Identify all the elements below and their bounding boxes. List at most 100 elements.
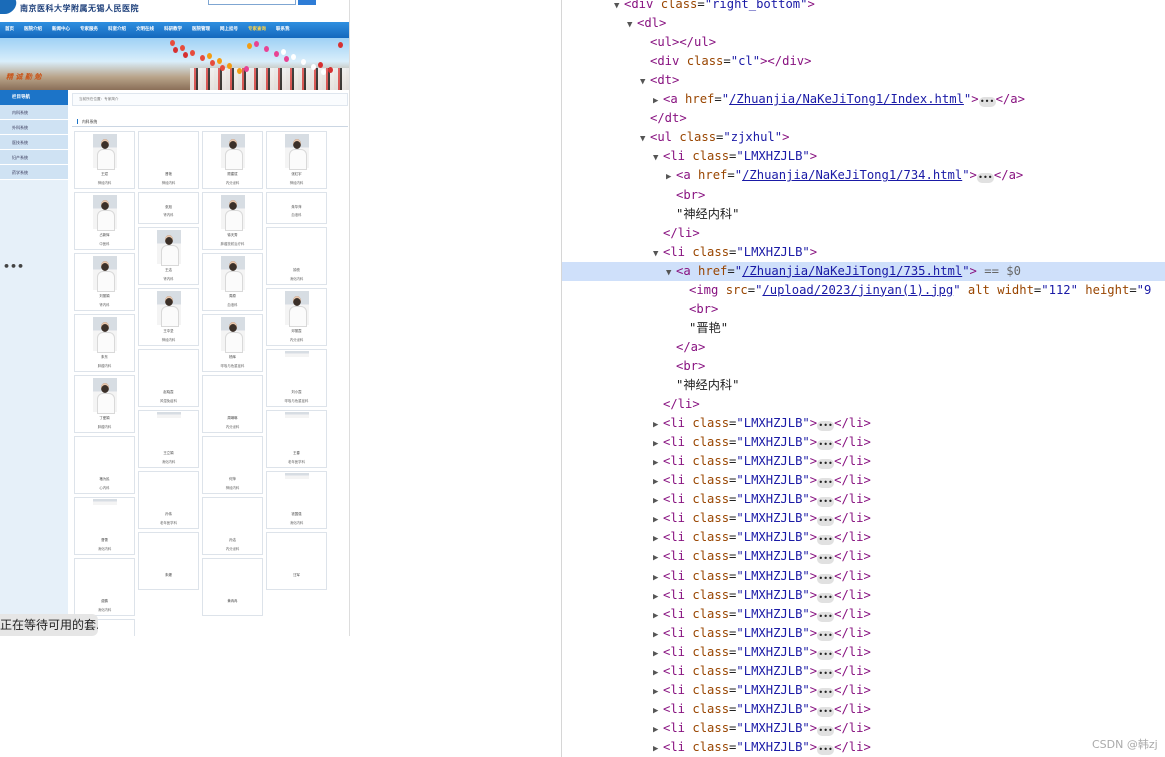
doctor-card[interactable]: 杨辉 呼吸与危重症科: [202, 314, 263, 372]
dom-node[interactable]: ▶ <li class="LMXHZJLB">•••</li>: [562, 738, 1165, 757]
doctor-card[interactable]: 晋艳 神经内科: [138, 131, 199, 189]
site-nav-item[interactable]: 科室介绍: [103, 22, 131, 38]
dom-node[interactable]: "晋艳": [562, 319, 1165, 338]
dom-node[interactable]: ▶ <li class="LMXHZJLB">•••</li>: [562, 490, 1165, 509]
dom-node-markup: </li>: [663, 225, 700, 240]
doctor-card[interactable]: 何萍 神经内科: [202, 436, 263, 494]
doctor-card[interactable]: 钱国强 消化内科: [266, 471, 327, 529]
doctor-card[interactable]: 汪军: [266, 532, 327, 590]
sidebar-item[interactable]: 妇产系统: [0, 150, 68, 165]
doctor-card[interactable]: 朱华萍 血液科: [266, 192, 327, 224]
doctor-card[interactable]: 张红宇 神经内科: [266, 131, 327, 189]
dom-node[interactable]: ▶ <li class="LMXHZJLB">•••</li>: [562, 471, 1165, 490]
dom-node[interactable]: <div class="cl"></div>: [562, 52, 1165, 71]
dom-node[interactable]: ▶ <li class="LMXHZJLB">•••</li>: [562, 433, 1165, 452]
dom-node[interactable]: <ul></ul>: [562, 33, 1165, 52]
dom-node[interactable]: </a>: [562, 338, 1165, 357]
dom-node[interactable]: ▼ <dt>: [562, 71, 1165, 90]
site-nav-item[interactable]: 专家服务: [75, 22, 103, 38]
sidebar-item[interactable]: 药学系统: [0, 165, 68, 180]
doctor-card[interactable]: 黄冉冉: [202, 558, 263, 616]
site-search-input[interactable]: [208, 0, 296, 5]
doctor-card[interactable]: 费鹏 消化内科: [74, 558, 135, 616]
dom-node[interactable]: ▶ <li class="LMXHZJLB">•••</li>: [562, 414, 1165, 433]
site-nav-item[interactable]: 首页: [0, 22, 19, 38]
dom-node[interactable]: <br>: [562, 186, 1165, 205]
doctor-card[interactable]: 顾建斌 内分泌科: [202, 131, 263, 189]
doctor-card[interactable]: 朱姗: [138, 532, 199, 590]
site-nav-item[interactable]: 科研教学: [159, 22, 187, 38]
doctor-photo: [221, 317, 245, 353]
sidebar-item[interactable]: 医技系统: [0, 135, 68, 150]
site-nav-item[interactable]: 网上挂号: [215, 22, 243, 38]
dom-node[interactable]: ▼ <ul class="zjxhul">: [562, 128, 1165, 147]
doctor-card[interactable]: 周原 血液科: [202, 253, 263, 311]
expand-right-icon[interactable]: ▶: [653, 740, 663, 757]
doctor-card[interactable]: 刘丽娟 肾内科: [74, 253, 135, 311]
dom-node[interactable]: "神经内科": [562, 205, 1165, 224]
doctor-card[interactable]: 刘小霞 呼吸与危重症科: [266, 349, 327, 407]
dom-node[interactable]: ▼ <li class="LMXHZJLB">: [562, 243, 1165, 262]
sidebar-item[interactable]: 外科系统: [0, 120, 68, 135]
doctor-card[interactable]: 王斌 神经内科: [74, 131, 135, 189]
dom-node[interactable]: ▶ <li class="LMXHZJLB">•••</li>: [562, 567, 1165, 586]
dom-node[interactable]: ▶ <li class="LMXHZJLB">•••</li>: [562, 681, 1165, 700]
doctor-name: 丁爱娟: [99, 416, 110, 420]
dom-node[interactable]: ▶ <li class="LMXHZJLB">•••</li>: [562, 586, 1165, 605]
dom-node[interactable]: <br>: [562, 300, 1165, 319]
doctor-card[interactable]: 钟亮 消化内科: [266, 227, 327, 285]
doctor-card[interactable]: 邓丽霞 内分泌科: [266, 288, 327, 346]
dom-node[interactable]: ▼ <div class="right_bottom">: [562, 0, 1165, 14]
dom-node[interactable]: ▶ <li class="LMXHZJLB">•••</li>: [562, 528, 1165, 547]
dom-node[interactable]: ▶ <li class="LMXHZJLB">•••</li>: [562, 452, 1165, 471]
doctor-name: 周原: [229, 294, 236, 298]
dom-node-selected[interactable]: ▼ <a href="/Zhuanjia/NaKeJiTong1/735.html…: [562, 261, 1165, 281]
dom-node[interactable]: ▶ <li class="LMXHZJLB">•••</li>: [562, 624, 1165, 643]
site-nav-item[interactable]: 新闻中心: [47, 22, 75, 38]
doctor-card[interactable]: 孙伟 老年医学科: [138, 471, 199, 529]
doctor-card[interactable]: 王洁 肾内科: [138, 227, 199, 285]
doctor-card[interactable]: 曹蕾 消化内科: [74, 497, 135, 555]
doctor-card[interactable]: 周琳琳 内分泌科: [202, 375, 263, 433]
dom-node[interactable]: </li>: [562, 224, 1165, 243]
site-nav-item[interactable]: 医院管理: [187, 22, 215, 38]
site-nav-item[interactable]: 医院介绍: [19, 22, 47, 38]
doctor-name: 王立娟: [163, 451, 174, 455]
site-nav-item[interactable]: 联系我: [271, 22, 295, 38]
dom-node[interactable]: "神经内科": [562, 376, 1165, 395]
dom-node[interactable]: ▶ <a href="/Zhuanjia/NaKeJiTong1/Index.ht…: [562, 90, 1165, 109]
dom-node[interactable]: <br>: [562, 357, 1165, 376]
doctor-card[interactable]: 王春 老年医学科: [266, 410, 327, 468]
doctor-card[interactable]: 褚为民 心内科: [74, 436, 135, 494]
doctor-card[interactable]: 王立娟 消化内科: [138, 410, 199, 468]
doctor-card[interactable]: 王中坚 神经内科: [138, 288, 199, 346]
site-search-button[interactable]: [298, 0, 316, 5]
doctor-card[interactable]: 赵晓霞 风湿免疫科: [138, 349, 199, 407]
doctor-card[interactable]: 占新辉 中医科: [74, 192, 135, 250]
doctor-card[interactable]: 张旭 肾内科: [138, 192, 199, 224]
site-nav-item[interactable]: 文明在线: [131, 22, 159, 38]
site-nav-item[interactable]: 专家查询: [243, 22, 271, 38]
doctor-card[interactable]: 朱东 肿瘤内科: [74, 314, 135, 372]
dom-node[interactable]: ▼ <li class="LMXHZJLB">: [562, 147, 1165, 166]
doctor-name: 张红宇: [291, 172, 302, 176]
balloon-icon: [210, 60, 215, 66]
dom-node[interactable]: ▶ <li class="LMXHZJLB">•••</li>: [562, 643, 1165, 662]
dom-node[interactable]: ▶ <a href="/Zhuanjia/NaKeJiTong1/734.html…: [562, 166, 1165, 185]
doctor-card[interactable]: 孙洁 内分泌科: [202, 497, 263, 555]
dom-node[interactable]: </li>: [562, 395, 1165, 414]
dom-node[interactable]: ▶ <li class="LMXHZJLB">•••</li>: [562, 662, 1165, 681]
dom-node[interactable]: ▼ <dl>: [562, 14, 1165, 33]
row-options-icon[interactable]: •••: [3, 260, 24, 273]
doctor-card[interactable]: 徐天秀 肿瘤放射治疗科: [202, 192, 263, 250]
dom-node[interactable]: ▶ <li class="LMXHZJLB">•••</li>: [562, 509, 1165, 528]
dom-node[interactable]: ▶ <li class="LMXHZJLB">•••</li>: [562, 719, 1165, 738]
dom-node-markup: <div class="cl"></div>: [650, 54, 812, 69]
sidebar-item[interactable]: 内科系统: [0, 105, 68, 120]
doctor-card[interactable]: 丁爱娟 肿瘤内科: [74, 375, 135, 433]
dom-node[interactable]: </dt>: [562, 109, 1165, 128]
dom-node[interactable]: <img src="/upload/2023/jinyan(1).jpg" al…: [562, 281, 1165, 300]
dom-node[interactable]: ▶ <li class="LMXHZJLB">•••</li>: [562, 605, 1165, 624]
dom-node[interactable]: ▶ <li class="LMXHZJLB">•••</li>: [562, 700, 1165, 719]
dom-node[interactable]: ▶ <li class="LMXHZJLB">•••</li>: [562, 547, 1165, 566]
